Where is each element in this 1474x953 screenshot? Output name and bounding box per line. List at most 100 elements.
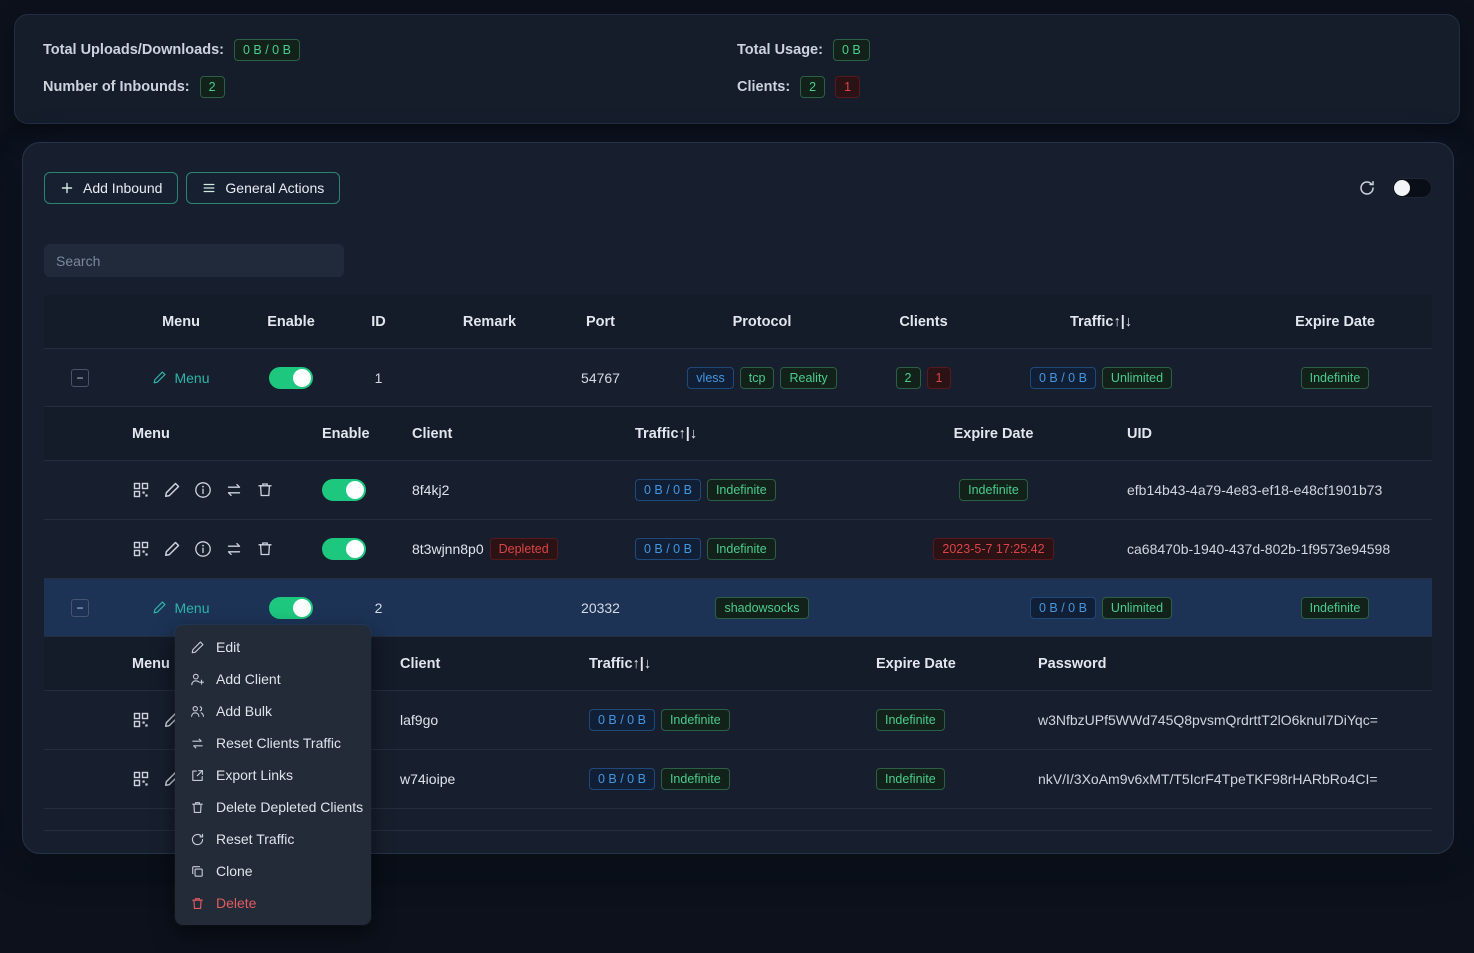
traffic-limit-badge: Indefinite [707,538,776,560]
delete-icon [190,896,205,911]
client-1-1-enable-cell [306,461,396,519]
menu-item-label: Export Links [216,767,293,783]
stat-clients-depleted-badge: 1 [835,76,860,98]
stat-number-of-inbounds: Number of Inbounds: 2 [43,76,737,98]
stat-uploads-label: Total Uploads/Downloads: [43,42,224,58]
edit-icon [190,640,205,655]
stat-total-uploads-downloads: Total Uploads/Downloads: 0 B / 0 B [43,39,737,61]
reset-client-traffic-icon[interactable] [225,481,243,499]
inbound-1-menu-button[interactable]: Menu [152,370,209,386]
protocol-badge: shadowsocks [715,597,808,619]
menu-item-reset-clients-traffic[interactable]: Reset Clients Traffic [175,727,371,759]
clients-depleted-badge: 1 [927,367,952,389]
sub1-spacer [44,407,116,460]
plus-icon [60,181,74,195]
sub1-spacer [44,461,116,519]
menu-item-export-links[interactable]: Export Links [175,759,371,791]
menu-item-label: Delete Depleted Clients [216,799,363,815]
col-header-expand [44,295,116,348]
inbound-1-menu-label: Menu [174,370,209,386]
user-add-icon [190,672,205,687]
col-header-clients: Clients [881,295,966,348]
theme-toggle[interactable] [1392,178,1432,198]
traffic-limit-badge: Indefinite [707,479,776,501]
menu-item-edit[interactable]: Edit [175,631,371,663]
reset-client-traffic-icon[interactable] [225,540,243,558]
menu-item-delete-depleted-clients[interactable]: Delete Depleted Clients [175,791,371,823]
client-1-2-enable-toggle[interactable] [322,538,366,560]
info-icon[interactable] [194,481,212,499]
clone-icon [190,864,205,879]
menu-item-label: Reset Clients Traffic [216,735,341,751]
protocol-badge: vless [687,367,733,389]
traffic-limit-badge: Indefinite [661,768,730,790]
list-icon [202,181,216,195]
qrcode-icon[interactable] [132,540,150,558]
qrcode-icon[interactable] [132,711,150,729]
depleted-badge: Depleted [490,538,558,560]
menu-item-label: Reset Traffic [216,831,294,847]
menu-item-add-bulk[interactable]: Add Bulk [175,695,371,727]
export-icon [190,768,205,783]
general-actions-button[interactable]: General Actions [186,172,340,204]
client-2-2-expire: Indefinite [844,750,1034,808]
inbound-2-menu-button[interactable]: Menu [152,600,209,616]
traffic-badge: 0 B / 0 B [1030,367,1096,389]
inbound-1-traffic-badges: 0 B / 0 B Unlimited [966,349,1236,406]
client-1-2-name: 8t3wjnn8p0 [412,541,484,557]
client-table-1-header: Menu Enable Client Traffic↑|↓ Expire Dat… [44,407,1432,461]
qrcode-icon[interactable] [132,481,150,499]
refresh-icon[interactable] [1358,179,1376,197]
traffic-limit-badge: Unlimited [1102,367,1172,389]
col-header-protocol: Protocol [643,295,881,348]
general-actions-label: General Actions [225,180,324,196]
inbound-1-enable-toggle[interactable] [269,367,313,389]
delete-client-icon[interactable] [256,540,274,558]
inbound-2-protocol-badges: shadowsocks [643,579,881,636]
menu-item-reset-traffic[interactable]: Reset Traffic [175,823,371,855]
traffic-limit-badge: Indefinite [661,709,730,731]
client-1-1-actions [116,461,306,519]
client-1-1-enable-toggle[interactable] [322,479,366,501]
menu-item-delete[interactable]: Delete [175,887,371,919]
delete-client-icon[interactable] [256,481,274,499]
add-inbound-button[interactable]: Add Inbound [44,172,178,204]
inbound-1-expire-cell: Indefinite [1236,349,1434,406]
client-2-2-name: w74ioipe [384,750,564,808]
client-row-1-1: 8f4kj2 0 B / 0 B Indefinite Indefinite e… [44,461,1432,520]
stat-clients: Clients: 2 1 [737,76,1431,98]
collapse-inbound-1-button[interactable]: − [71,369,89,387]
info-icon[interactable] [194,540,212,558]
traffic-badge: 0 B / 0 B [635,479,701,501]
col-header-traffic[interactable]: Traffic↑|↓ [966,295,1236,348]
client-2-2-password: nkV/I/3XoAm9v6xMT/T5IcrF4TpeTKF98rHARbRo… [1034,750,1434,808]
inbound-1-clients-badges: 2 1 [881,349,966,406]
inbound-2-enable-toggle[interactable] [269,597,313,619]
edit-client-icon[interactable] [163,540,181,558]
inbound-1-expand-cell: − [44,349,116,406]
stat-inbounds-label: Number of Inbounds: [43,79,190,95]
inbound-2-port: 20332 [558,579,643,636]
menu-item-clone[interactable]: Clone [175,855,371,887]
edit-client-icon[interactable] [163,481,181,499]
inbound-1-id: 1 [336,349,421,406]
sub1-col-expire: Expire Date [876,407,1111,460]
collapse-inbound-2-button[interactable]: − [71,599,89,617]
sub1-spacer [44,520,116,578]
sub2-col-traffic[interactable]: Traffic↑|↓ [564,637,844,690]
col-header-menu: Menu [116,295,246,348]
stat-total-usage: Total Usage: 0 B [737,39,1431,61]
expire-badge: Indefinite [876,709,945,731]
inbound-context-menu: Edit Add Client Add Bulk Reset Clients T… [175,625,371,925]
col-header-id: ID [336,295,421,348]
search-input[interactable] [44,244,344,277]
qrcode-icon[interactable] [132,770,150,788]
menu-item-add-client[interactable]: Add Client [175,663,371,695]
stats-panel: Total Uploads/Downloads: 0 B / 0 B Total… [14,14,1460,124]
stat-inbounds-badge: 2 [200,76,225,98]
inbound-2-remark [421,579,558,636]
sub1-col-traffic[interactable]: Traffic↑|↓ [611,407,876,460]
inbounds-table-header: Menu Enable ID Remark Port Protocol Clie… [44,295,1432,349]
client-1-2-name-cell: 8t3wjnn8p0 Depleted [396,520,611,578]
users-add-icon [190,704,205,719]
